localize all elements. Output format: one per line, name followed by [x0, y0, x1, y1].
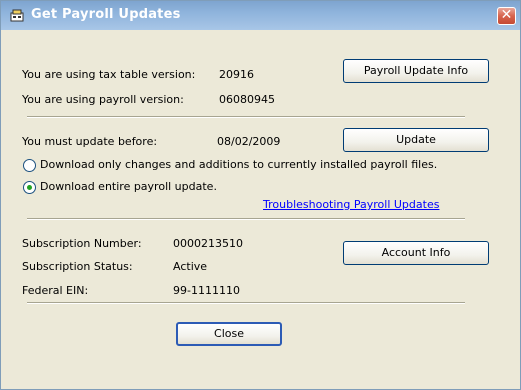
payroll-version-value: 06080945	[219, 93, 275, 106]
update-button[interactable]: Update	[343, 128, 489, 152]
title-bar[interactable]: Get Payroll Updates ✕	[1, 1, 520, 30]
dialog-title: Get Payroll Updates	[31, 7, 181, 22]
payroll-update-info-label: Payroll Update Info	[363, 64, 469, 77]
update-deadline-label: You must update before:	[22, 135, 158, 148]
troubleshooting-link[interactable]: Troubleshooting Payroll Updates	[263, 198, 439, 211]
payroll-version-label: You are using payroll version:	[22, 93, 184, 106]
option-changes-label[interactable]: Download only changes and additions to c…	[40, 158, 437, 171]
close-window-button[interactable]: ✕	[497, 7, 516, 25]
tax-table-value: 20916	[219, 68, 254, 81]
subscription-status-value: Active	[173, 260, 208, 273]
update-deadline-value: 08/02/2009	[217, 135, 281, 148]
federal-ein-label: Federal EIN:	[22, 284, 89, 297]
dialog-body: You are using tax table version: 20916 Y…	[6, 31, 514, 385]
federal-ein-value: 99-1111110	[173, 284, 240, 297]
subscription-number-value: 0000213510	[173, 237, 243, 250]
tax-table-label: You are using tax table version:	[22, 68, 196, 81]
account-info-label: Account Info	[381, 246, 451, 259]
radio-download-changes[interactable]	[23, 159, 36, 172]
account-info-button[interactable]: Account Info	[343, 241, 489, 265]
close-icon: ✕	[500, 7, 513, 23]
payroll-app-icon	[10, 9, 24, 22]
close-button-label: Close	[214, 327, 244, 340]
radio-download-entire[interactable]	[23, 181, 36, 194]
close-button[interactable]: Close	[176, 322, 282, 346]
update-button-label: Update	[396, 133, 436, 146]
separator-3	[27, 302, 465, 304]
option-entire-label[interactable]: Download entire payroll update.	[40, 180, 217, 193]
subscription-status-label: Subscription Status:	[22, 260, 133, 273]
payroll-updates-dialog: Get Payroll Updates ✕ You are using tax …	[0, 0, 521, 390]
separator-2	[27, 218, 465, 220]
subscription-number-label: Subscription Number:	[22, 237, 142, 250]
separator-1	[27, 116, 465, 118]
payroll-update-info-button[interactable]: Payroll Update Info	[343, 59, 489, 83]
radio-selected-dot	[27, 185, 32, 190]
